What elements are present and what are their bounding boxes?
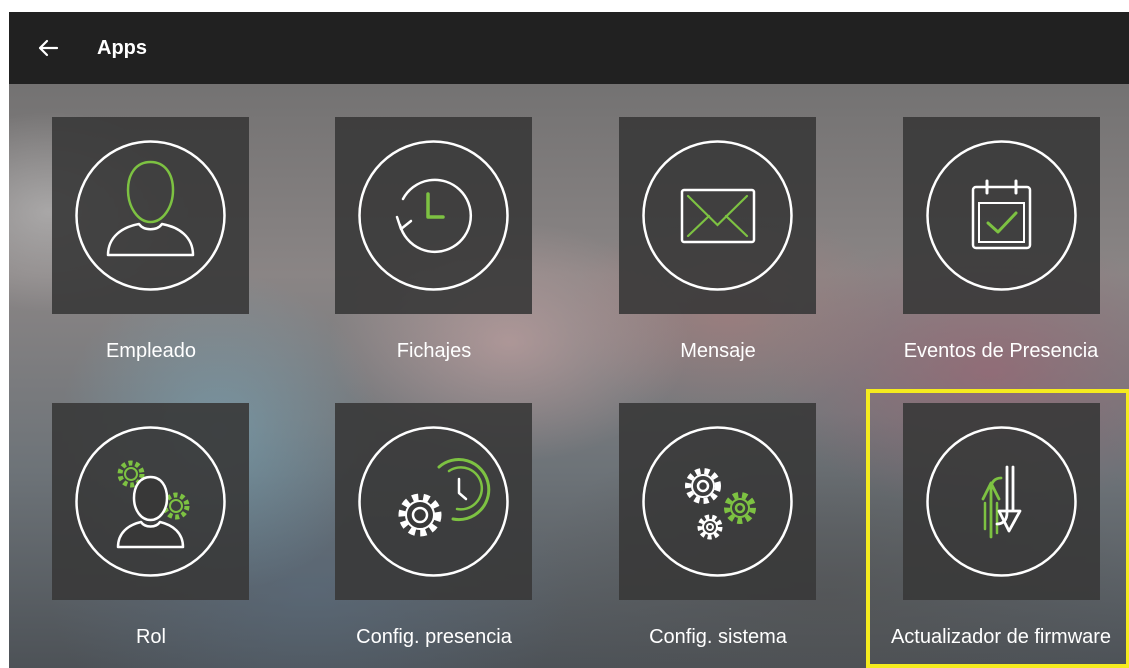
app-label-config-sistema: Config. sistema	[649, 626, 787, 648]
user-icon	[75, 140, 226, 291]
top-bar: Apps	[9, 12, 1129, 84]
app-label-fichajes: Fichajes	[396, 340, 472, 362]
app-label-rol: Rol	[135, 626, 166, 648]
app-tile-mensaje[interactable]	[619, 117, 816, 314]
user-gears-icon	[75, 426, 226, 577]
history-clock-icon	[358, 140, 509, 291]
app-label-config-presencia: Config. presencia	[356, 626, 512, 648]
app-label-empleado: Empleado	[105, 340, 197, 362]
app-tile-actualizador-firmware[interactable]	[903, 403, 1100, 600]
up-down-arrows-icon	[926, 426, 1077, 577]
app-label-actualizador-firmware: Actualizador de firmware	[890, 626, 1112, 648]
app-label-mensaje: Mensaje	[680, 340, 756, 362]
envelope-icon	[642, 140, 793, 291]
app-tile-eventos-presencia[interactable]	[903, 117, 1100, 314]
back-arrow-icon[interactable]	[37, 34, 59, 62]
gear-clock-icon	[358, 426, 509, 577]
app-label-eventos-presencia: Eventos de Presencia	[903, 340, 1099, 362]
app-tile-fichajes[interactable]	[335, 117, 532, 314]
app-tile-config-presencia[interactable]	[335, 403, 532, 600]
app-tile-rol[interactable]	[52, 403, 249, 600]
app-screen: Apps Empleado Fichajes Mensaje Eventos d…	[9, 12, 1129, 668]
gears-icon	[642, 426, 793, 577]
page-title: Apps	[97, 37, 147, 59]
calendar-check-icon	[926, 140, 1077, 291]
app-tile-empleado[interactable]	[52, 117, 249, 314]
app-tile-config-sistema[interactable]	[619, 403, 816, 600]
